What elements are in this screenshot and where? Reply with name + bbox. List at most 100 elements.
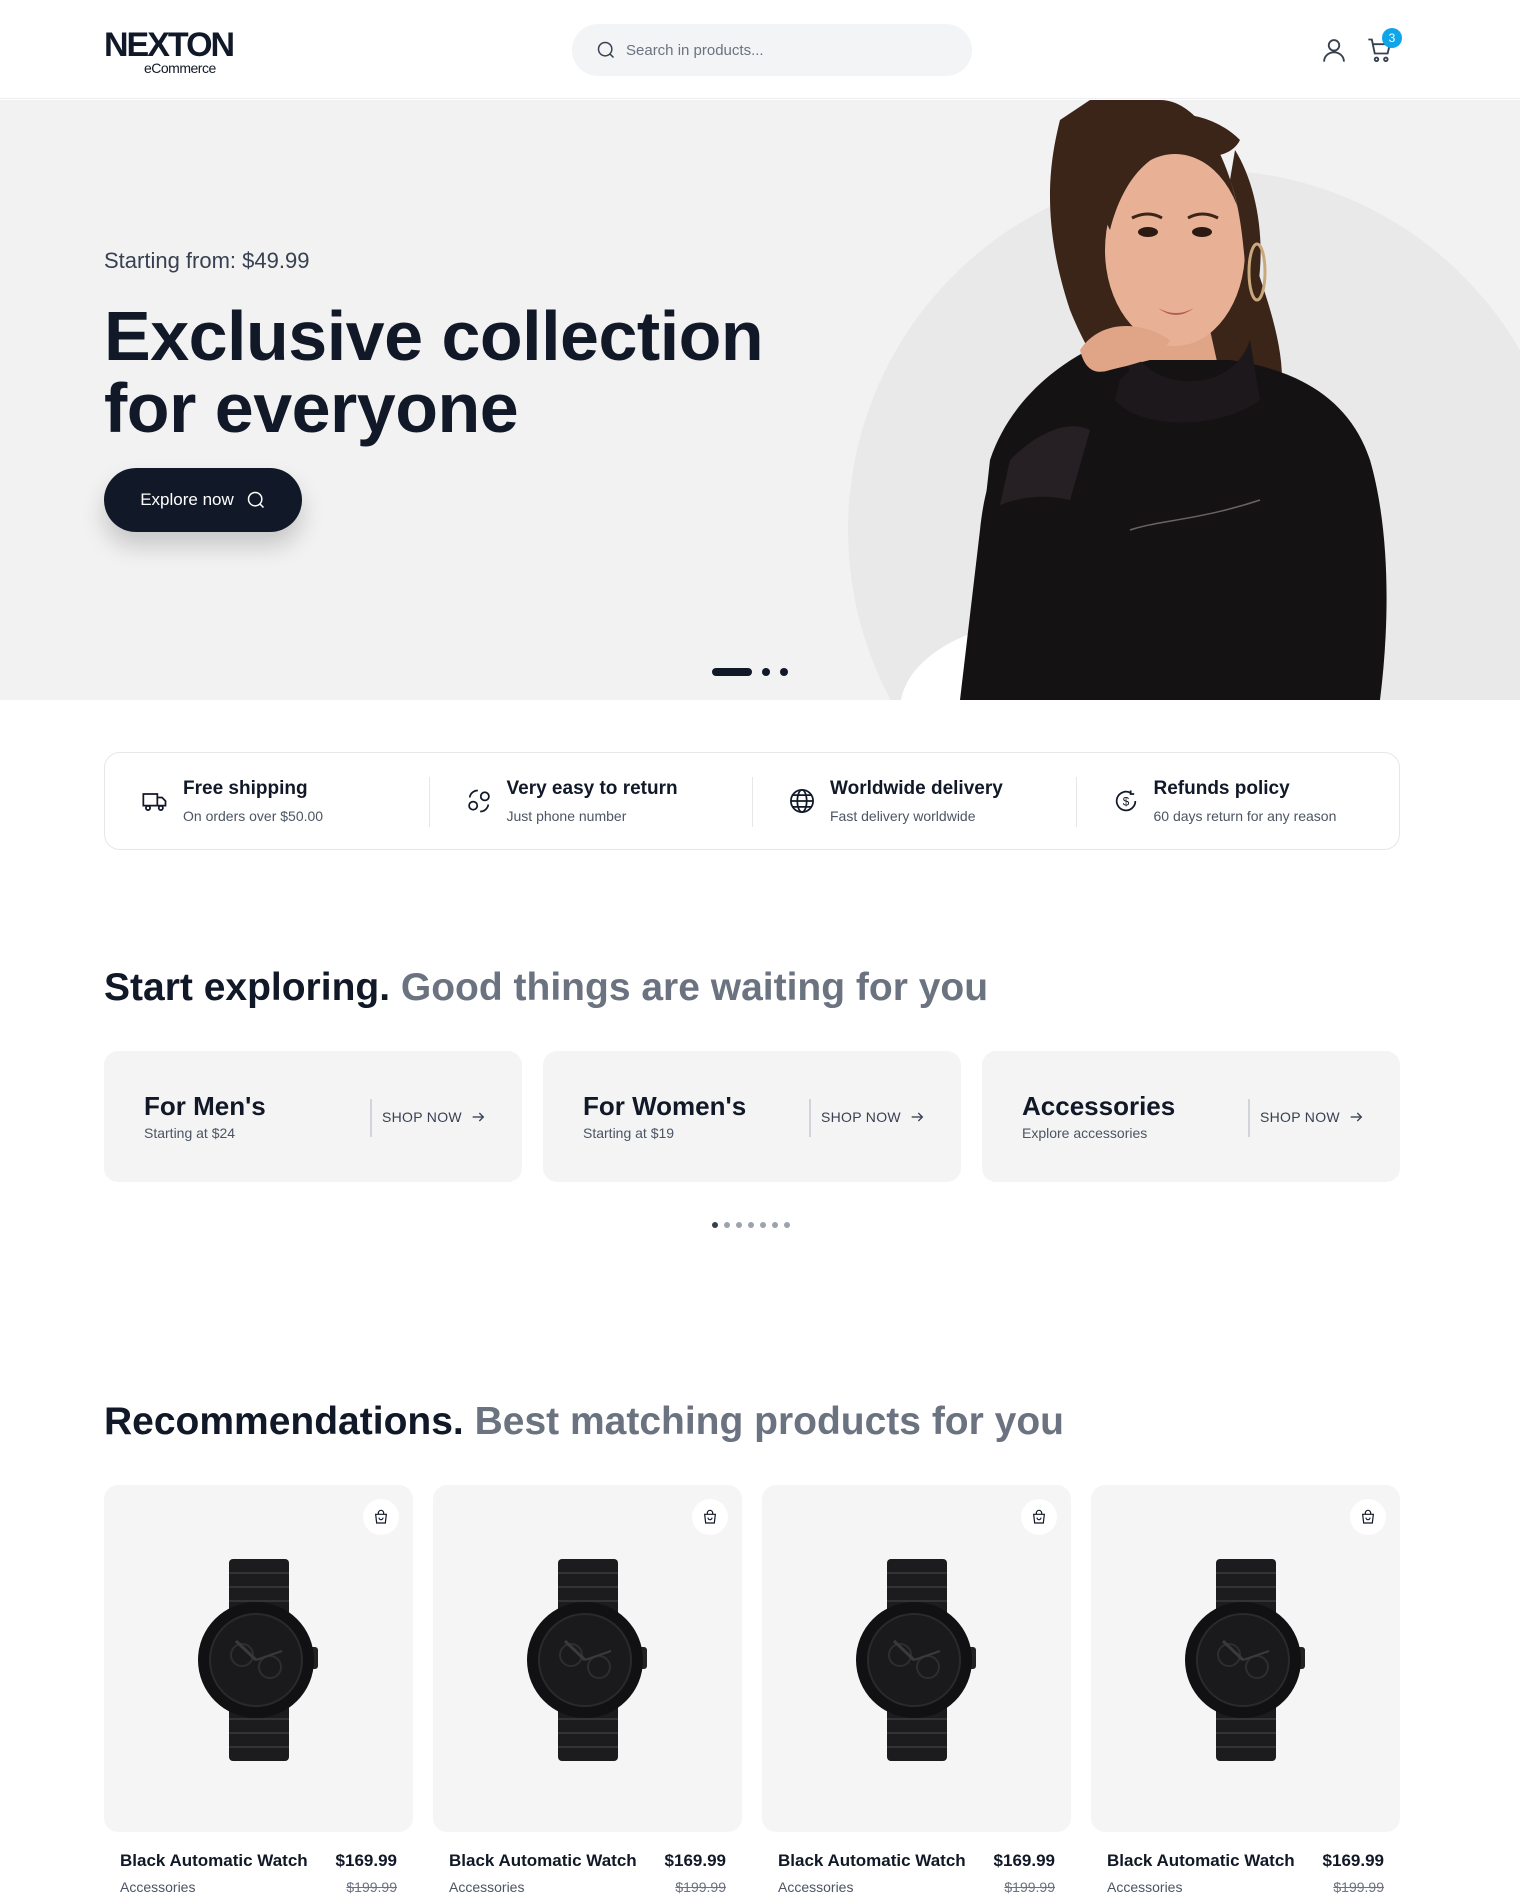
recommendations-heading-muted: Best matching products for you: [474, 1400, 1064, 1443]
category-title: Accessories: [1022, 1091, 1176, 1121]
shop-now-link[interactable]: SHOP NOW: [821, 1109, 925, 1125]
category-subtitle: Starting at $19: [583, 1125, 675, 1141]
category-subtitle: Explore accessories: [1022, 1125, 1148, 1141]
hero-slider-dots: [712, 668, 788, 676]
product-category: Accessories: [1107, 1879, 1183, 1895]
watch-image: [527, 1559, 647, 1761]
product-category: Accessories: [778, 1879, 854, 1895]
watch-image: [856, 1559, 976, 1761]
shop-now-link[interactable]: SHOP NOW: [1260, 1109, 1364, 1125]
product-category: Accessories: [449, 1879, 525, 1895]
feature-free-shipping: Free shipping On orders over $50.00: [105, 753, 429, 849]
features-bar: Free shipping On orders over $50.00 Very…: [104, 752, 1400, 850]
shop-now-link[interactable]: SHOP NOW: [382, 1109, 486, 1125]
pager-dot[interactable]: [772, 1222, 778, 1228]
return-exchange-icon: [467, 789, 490, 813]
feature-subtitle: Fast delivery worldwide: [830, 808, 976, 824]
add-to-bag-button[interactable]: [1350, 1499, 1386, 1535]
product-name[interactable]: Black Automatic Watch: [120, 1851, 308, 1871]
pager-dot[interactable]: [724, 1222, 730, 1228]
hero-model-image: [900, 100, 1387, 700]
feature-easy-return: Very easy to return Just phone number: [428, 753, 753, 849]
explore-heading-bold: Start exploring.: [104, 966, 391, 1009]
shop-now-label: SHOP NOW: [382, 1109, 462, 1125]
delivery-truck-icon: [142, 793, 167, 811]
product-card[interactable]: Black Automatic Watch $169.99 Accessorie…: [762, 1485, 1071, 1895]
user-account-icon[interactable]: [1320, 36, 1348, 64]
feature-worldwide-delivery: Worldwide delivery Fast delivery worldwi…: [752, 753, 1076, 849]
add-to-bag-button[interactable]: [363, 1499, 399, 1535]
feature-subtitle: 60 days return for any reason: [1153, 808, 1337, 824]
watch-image: [198, 1559, 318, 1761]
shopping-bag-icon: [703, 1509, 717, 1524]
feature-title: Refunds policy: [1153, 778, 1290, 799]
globe-icon: [790, 789, 814, 813]
product-card[interactable]: Black Automatic Watch $169.99 Accessorie…: [104, 1485, 413, 1895]
pager-dot[interactable]: [712, 1222, 718, 1228]
category-pager-dots: [712, 1222, 790, 1228]
slide-dot-1[interactable]: [712, 668, 752, 676]
category-card-mens[interactable]: For Men's Starting at $24 SHOP NOW: [104, 1051, 522, 1182]
product-image-area[interactable]: [762, 1485, 1071, 1832]
feature-refunds-policy: $ Refunds policy 60 days return for any …: [1075, 753, 1400, 849]
feature-subtitle: Just phone number: [506, 808, 627, 824]
recommendations-heading-bold: Recommendations.: [104, 1400, 464, 1443]
shop-now-label: SHOP NOW: [1260, 1109, 1340, 1125]
slide-dot-2[interactable]: [762, 668, 770, 676]
add-to-bag-button[interactable]: [1021, 1499, 1057, 1535]
category-title: For Women's: [583, 1091, 747, 1121]
watch-image: [1185, 1559, 1305, 1761]
category-divider: [1248, 1099, 1250, 1137]
product-name[interactable]: Black Automatic Watch: [778, 1851, 966, 1871]
product-name[interactable]: Black Automatic Watch: [449, 1851, 637, 1871]
site-header: NEXTON eCommerce 3: [0, 0, 1520, 99]
shop-now-label: SHOP NOW: [821, 1109, 901, 1125]
arrow-right-icon: [911, 1112, 924, 1122]
category-card-womens[interactable]: For Women's Starting at $19 SHOP NOW: [543, 1051, 961, 1182]
product-card[interactable]: Black Automatic Watch $169.99 Accessorie…: [1091, 1485, 1400, 1895]
product-image-area[interactable]: [433, 1485, 742, 1832]
logo-tagline: eCommerce: [144, 60, 216, 76]
pager-dot[interactable]: [760, 1222, 766, 1228]
arrow-right-icon: [1350, 1112, 1363, 1122]
product-image-area[interactable]: [104, 1485, 413, 1832]
svg-text:$: $: [1122, 796, 1129, 809]
pager-dot[interactable]: [748, 1222, 754, 1228]
product-price: $169.99: [993, 1851, 1055, 1870]
hero-title: Exclusive collection for everyone: [104, 297, 764, 447]
cart-count-badge: 3: [1382, 28, 1402, 48]
product-price: $169.99: [335, 1851, 397, 1870]
category-divider: [809, 1099, 811, 1137]
explore-heading-muted: Good things are waiting for you: [400, 966, 989, 1009]
category-card-accessories[interactable]: Accessories Explore accessories SHOP NOW: [982, 1051, 1400, 1182]
category-subtitle: Starting at $24: [144, 1125, 236, 1141]
category-divider: [370, 1099, 372, 1137]
product-old-price: $199.99: [675, 1879, 726, 1895]
product-card[interactable]: Black Automatic Watch $169.99 Accessorie…: [433, 1485, 742, 1895]
product-price: $169.99: [1322, 1851, 1384, 1870]
search-icon: [247, 491, 264, 509]
shopping-bag-icon: [374, 1509, 388, 1524]
feature-subtitle: On orders over $50.00: [183, 808, 324, 824]
product-old-price: $199.99: [1004, 1879, 1055, 1895]
pager-dot[interactable]: [784, 1222, 790, 1228]
product-price: $169.99: [664, 1851, 726, 1870]
recommendations-heading: Recommendations. Best matching products …: [104, 1400, 1064, 1444]
explore-now-button[interactable]: Explore now: [104, 468, 302, 532]
pager-dot[interactable]: [736, 1222, 742, 1228]
arrow-right-icon: [472, 1112, 485, 1122]
search-bar[interactable]: [572, 24, 972, 76]
feature-title: Very easy to return: [506, 778, 678, 799]
search-input[interactable]: [626, 41, 946, 59]
product-name[interactable]: Black Automatic Watch: [1107, 1851, 1295, 1871]
brand-logo[interactable]: NEXTON eCommerce: [104, 28, 235, 76]
explore-heading: Start exploring. Good things are waiting…: [104, 966, 988, 1010]
product-image-area[interactable]: [1091, 1485, 1400, 1832]
search-icon: [597, 41, 615, 59]
feature-title: Free shipping: [183, 778, 308, 799]
slide-dot-3[interactable]: [780, 668, 788, 676]
refund-dollar-icon: $: [1115, 790, 1136, 812]
add-to-bag-button[interactable]: [692, 1499, 728, 1535]
product-old-price: $199.99: [346, 1879, 397, 1895]
category-title: For Men's: [144, 1091, 266, 1121]
